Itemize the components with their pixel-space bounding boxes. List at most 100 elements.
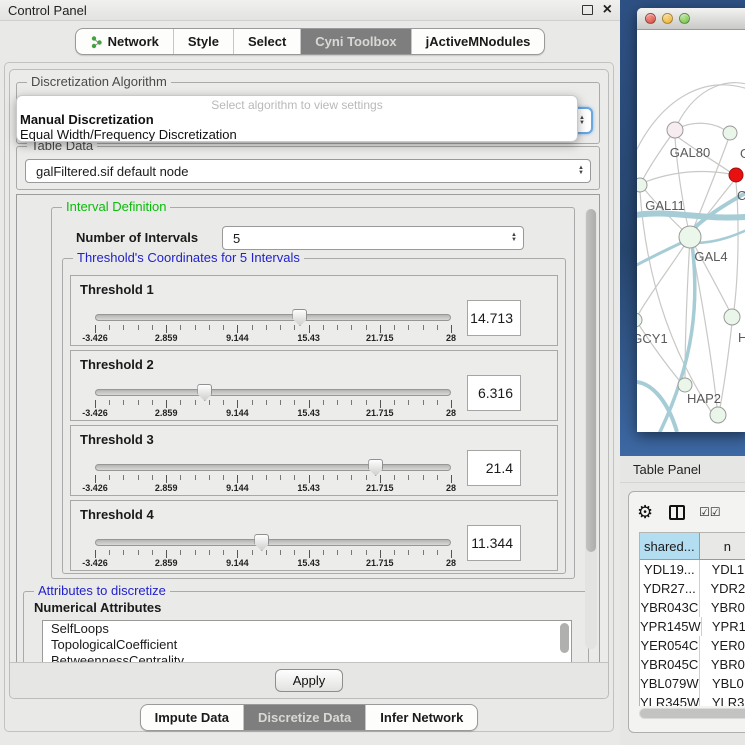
network-view-window[interactable]: GAL80GACGAL11GAL4GCY1HHAP2 bbox=[637, 8, 745, 432]
tab-cyni-toolbox[interactable]: Cyni Toolbox bbox=[301, 29, 411, 54]
network-node-gal80[interactable] bbox=[667, 122, 683, 138]
threshold-label: Threshold 4 bbox=[80, 507, 154, 522]
group-title: Interval Definition bbox=[62, 199, 170, 214]
threshold-slider[interactable]: -3.4262.8599.14415.4321.71528 bbox=[95, 535, 451, 567]
tab-style[interactable]: Style bbox=[174, 29, 234, 54]
close-traffic-light-icon[interactable] bbox=[645, 13, 656, 24]
stepper-icon: ▲▼ bbox=[511, 233, 517, 243]
algorithm-dropdown-popup: Select algorithm to view settings Manual… bbox=[16, 95, 578, 142]
table-data-dropdown[interactable]: galFiltered.sif default node ▲▼ bbox=[25, 159, 591, 183]
network-edge-teal[interactable] bbox=[637, 213, 745, 217]
network-edge[interactable] bbox=[677, 83, 745, 125]
table-row[interactable]: YBR045C YBR0 bbox=[640, 655, 745, 674]
table-row[interactable]: YDL19... YDL1 bbox=[640, 560, 745, 579]
threshold-slider[interactable]: -3.4262.8599.14415.4321.71528 bbox=[95, 460, 451, 492]
scrollbar-thumb[interactable] bbox=[640, 709, 745, 718]
slider-track[interactable] bbox=[95, 464, 451, 471]
threshold-value-field[interactable]: 6.316 bbox=[467, 375, 521, 411]
zoom-traffic-light-icon[interactable] bbox=[679, 13, 690, 24]
attribute-item-topologicalcoefficient[interactable]: TopologicalCoefficient bbox=[43, 637, 571, 653]
tab-infer-network[interactable]: Infer Network bbox=[366, 705, 477, 730]
table-cell-shared-name[interactable]: YDL19... bbox=[640, 560, 700, 579]
network-canvas[interactable]: GAL80GACGAL11GAL4GCY1HHAP2 bbox=[637, 30, 745, 432]
table-row[interactable]: YLR345W YLR3 bbox=[640, 693, 745, 706]
table-cell-shared-name[interactable]: YLR345W bbox=[640, 693, 700, 706]
table-cell-shared-name[interactable]: YER054C bbox=[640, 636, 700, 655]
close-icon[interactable]: × bbox=[603, 5, 612, 15]
table-cell-shared-name[interactable]: YDR27... bbox=[640, 579, 700, 598]
interval-definition-group: Interval Definition Number of Intervals … bbox=[51, 207, 575, 579]
tab-discretize-data[interactable]: Discretize Data bbox=[244, 705, 366, 730]
threshold-value-field[interactable]: 21.4 bbox=[467, 450, 521, 486]
attributes-to-discretize-group: Attributes to discretize Numerical Attri… bbox=[23, 591, 589, 671]
network-node-hap2[interactable] bbox=[678, 378, 692, 392]
tab-jactivemnodules[interactable]: jActiveMNodules bbox=[412, 29, 545, 54]
slider-ticks bbox=[95, 549, 451, 558]
tick-label: 28 bbox=[446, 408, 456, 418]
popup-option-equal-width-frequency[interactable]: Equal Width/Frequency Discretization bbox=[17, 127, 577, 142]
number-of-intervals-dropdown[interactable]: 5 ▲▼ bbox=[222, 226, 524, 250]
network-node-node-b[interactable] bbox=[710, 407, 726, 423]
column-header-shared-name[interactable]: shared... bbox=[640, 533, 700, 560]
select-columns-checkboxes-icon[interactable]: ☑☑ bbox=[699, 505, 721, 519]
network-node-node-ga[interactable] bbox=[723, 126, 737, 140]
network-node-gal11[interactable] bbox=[637, 178, 647, 192]
network-edge-teal[interactable] bbox=[694, 226, 745, 243]
numerical-attributes-list[interactable]: SelfLoopsTopologicalCoefficientBetweenne… bbox=[42, 620, 572, 666]
table-cell-name[interactable]: YBR0 bbox=[700, 655, 745, 674]
threshold-value-field[interactable]: 14.713 bbox=[467, 300, 521, 336]
table-cell-name[interactable]: YBL0 bbox=[700, 674, 745, 693]
threshold-value-field[interactable]: 11.344 bbox=[467, 525, 521, 561]
column-header-name[interactable]: n bbox=[700, 533, 745, 560]
tick-label: -3.426 bbox=[82, 333, 108, 343]
slider-track[interactable] bbox=[95, 314, 451, 321]
tab-impute-data[interactable]: Impute Data bbox=[141, 705, 244, 730]
threshold-slider[interactable]: -3.4262.8599.14415.4321.71528 bbox=[95, 310, 451, 342]
tab-label: Discretize Data bbox=[258, 710, 351, 725]
node-label-gcy1: GCY1 bbox=[637, 331, 668, 346]
tab-network[interactable]: Network bbox=[76, 29, 174, 54]
apply-button[interactable]: Apply bbox=[275, 669, 343, 692]
network-node-red-node[interactable] bbox=[729, 168, 743, 182]
table-cell-name[interactable]: YDR2 bbox=[700, 579, 745, 598]
table-horizontal-scrollbar[interactable] bbox=[639, 708, 745, 719]
minimize-traffic-light-icon[interactable] bbox=[662, 13, 673, 24]
table-cell-shared-name[interactable]: YBL079W bbox=[640, 674, 700, 693]
network-node-gal4[interactable] bbox=[679, 226, 701, 248]
settings-scrollbar[interactable] bbox=[585, 209, 597, 649]
slider-track[interactable] bbox=[95, 539, 451, 546]
network-edge[interactable] bbox=[720, 323, 732, 408]
slider-track[interactable] bbox=[95, 389, 451, 396]
list-scrollbar[interactable] bbox=[560, 623, 569, 653]
table-cell-name[interactable]: YDL1 bbox=[700, 560, 745, 579]
network-edge[interactable] bbox=[645, 172, 730, 182]
table-cell-name[interactable]: YER0 bbox=[700, 636, 745, 655]
table-row[interactable]: YBR043C YBR0 bbox=[640, 598, 745, 617]
network-graph[interactable]: GAL80GACGAL11GAL4GCY1HHAP2 bbox=[637, 30, 745, 432]
slider-tick-labels: -3.4262.8599.14415.4321.71528 bbox=[95, 558, 451, 569]
threshold-slider[interactable]: -3.4262.8599.14415.4321.71528 bbox=[95, 385, 451, 417]
table-cell-shared-name[interactable]: YBR045C bbox=[640, 655, 700, 674]
network-edge[interactable] bbox=[640, 192, 712, 413]
network-edge[interactable] bbox=[638, 237, 690, 315]
table-row[interactable]: YBL079W YBL0 bbox=[640, 674, 745, 693]
table-cell-name[interactable]: YBR0 bbox=[700, 598, 745, 617]
attribute-item-selfloops[interactable]: SelfLoops bbox=[43, 621, 571, 637]
table-cell-shared-name[interactable]: YPR145W bbox=[640, 617, 702, 636]
gear-icon[interactable]: ⚙ bbox=[637, 503, 653, 521]
table-cell-shared-name[interactable]: YBR043C bbox=[640, 598, 700, 617]
tab-select[interactable]: Select bbox=[234, 29, 301, 54]
network-node-node-h[interactable] bbox=[724, 309, 740, 325]
table-row[interactable]: YDR27... YDR2 bbox=[640, 579, 745, 598]
popup-option-manual-discretization[interactable]: Manual Discretization bbox=[17, 112, 577, 127]
table-row[interactable]: YER054C YER0 bbox=[640, 636, 745, 655]
table-data-selected-value: galFiltered.sif default node bbox=[36, 164, 188, 179]
table-cell-name[interactable]: YLR3 bbox=[700, 693, 745, 706]
network-node-gcy1[interactable] bbox=[637, 313, 642, 327]
table-row[interactable]: YPR145W YPR1 bbox=[640, 617, 745, 636]
scrollbar-thumb[interactable] bbox=[586, 209, 596, 552]
float-window-icon[interactable] bbox=[582, 5, 593, 15]
table-cell-name[interactable]: YPR1 bbox=[702, 617, 745, 636]
split-columns-icon[interactable] bbox=[669, 505, 685, 520]
node-label-red-node: C bbox=[737, 188, 745, 203]
